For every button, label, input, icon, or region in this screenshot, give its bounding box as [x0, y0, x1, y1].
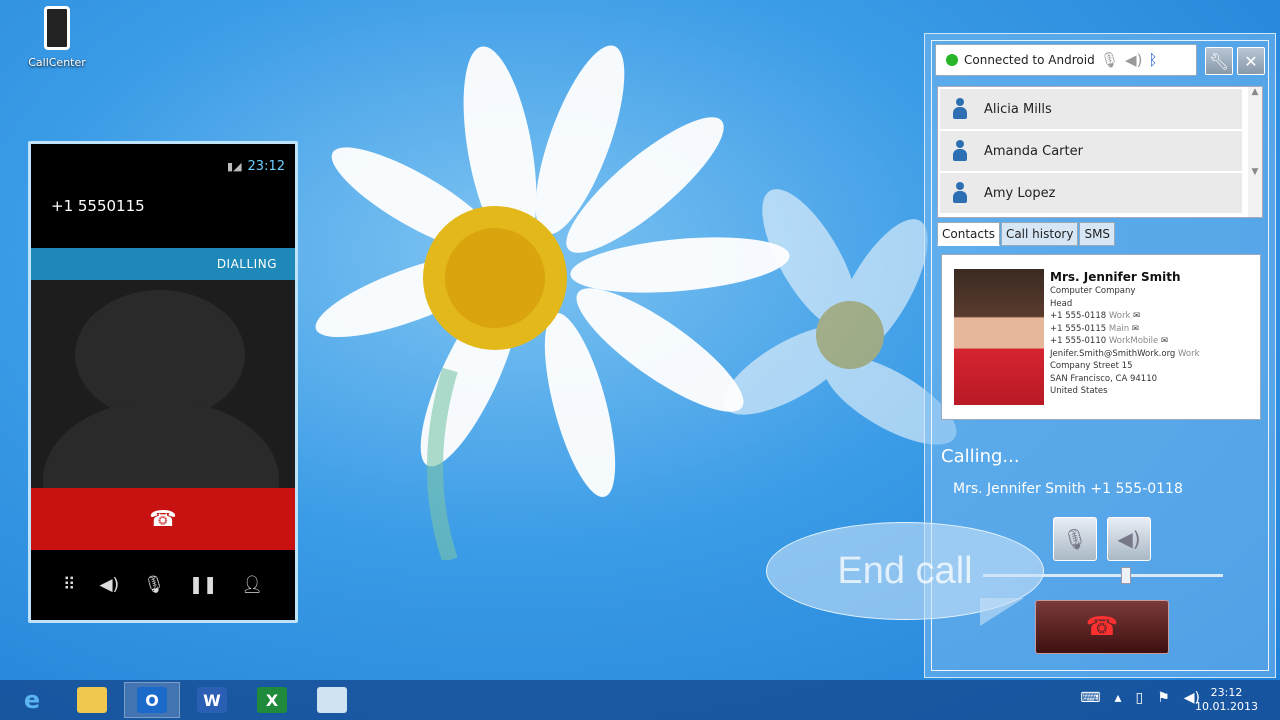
outlook-icon: O — [137, 687, 167, 713]
tooltip-text: End call — [837, 549, 973, 592]
list-item[interactable]: Alicia Mills — [940, 89, 1242, 129]
phone-end-call-button[interactable]: ☎ — [31, 488, 295, 550]
speaker-icon[interactable]: ◀) — [99, 575, 119, 595]
list-scrollbar[interactable]: ▲ ▼ — [1248, 87, 1262, 217]
speaker-icon[interactable]: ◀) — [1125, 51, 1142, 69]
person-icon — [952, 98, 968, 120]
speaker-icon: ◀) — [1117, 527, 1141, 551]
card-phone[interactable]: +1 555-0118 Work ✉ — [1050, 310, 1200, 323]
contact-name: Alicia Mills — [984, 101, 1052, 117]
taskbar-clock[interactable]: 23:12 10.01.2013 — [1195, 686, 1258, 714]
speaker-button[interactable]: ◀) — [1107, 517, 1151, 561]
clock-time: 23:12 — [1210, 686, 1243, 699]
microphone-icon: 🎙︎ — [1062, 527, 1088, 551]
signal-icon: ▮◢ — [227, 159, 242, 173]
taskbar-outlook[interactable]: O — [124, 682, 180, 718]
taskbar: e O W X ⌨ ▴ ▯ ⚑ ◀) 23:12 10.01.2013 — [0, 680, 1280, 720]
desktop-icon-label: CallCenter — [28, 56, 86, 69]
sms-icon[interactable]: ✉ — [1133, 311, 1140, 321]
keyboard-icon[interactable]: ⌨ — [1080, 690, 1100, 706]
dialpad-icon[interactable]: ⠿ — [63, 575, 75, 595]
phone-tray-icon[interactable]: ▯ — [1135, 690, 1143, 706]
system-tray: ⌨ ▴ ▯ ⚑ ◀) — [1080, 690, 1200, 706]
contact-photo — [954, 269, 1044, 405]
card-country: United States — [1050, 386, 1108, 396]
card-phone[interactable]: +1 555-0110 WorkMobile ✉ — [1050, 335, 1200, 348]
add-call-icon[interactable]: 👤︎ — [241, 575, 263, 595]
tooltip-tail — [980, 598, 1024, 626]
taskbar-ie[interactable]: e — [4, 682, 60, 718]
calling-status: Calling... — [941, 446, 1020, 467]
volume-slider-handle[interactable] — [1121, 567, 1131, 584]
callee-info: Mrs. Jennifer Smith +1 555-0118 — [953, 481, 1183, 497]
callcenter-desktop-icon[interactable]: CallCenter — [24, 6, 90, 69]
connected-indicator-icon — [946, 54, 958, 66]
contact-placeholder-avatar — [31, 280, 295, 488]
person-icon — [952, 182, 968, 204]
contact-name: Amanda Carter — [984, 143, 1083, 159]
taskbar-explorer[interactable] — [64, 682, 120, 718]
call-status-bar: DIALLING — [31, 248, 295, 280]
taskbar-notepad[interactable] — [304, 682, 360, 718]
card-phone[interactable]: +1 555-0115 Main ✉ — [1050, 323, 1200, 336]
mute-button[interactable]: 🎙︎ — [1053, 517, 1097, 561]
connection-text: Connected to Android Phone — [964, 53, 1094, 67]
hangup-icon: ☎ — [1085, 612, 1119, 642]
ie-icon: e — [23, 686, 41, 714]
contact-list: Alicia Mills Amanda Carter Amy Lopez ▲ ▼ — [937, 86, 1263, 218]
wrench-icon: 🔧︎ — [1208, 51, 1230, 71]
card-email[interactable]: Jenifer.Smith@SmithWork.org Work — [1050, 348, 1200, 361]
hold-icon[interactable]: ❚❚ — [189, 575, 218, 595]
microphone-icon[interactable]: 🎙︎ — [1100, 51, 1119, 69]
contact-card: Mrs. Jennifer Smith Computer Company Hea… — [941, 254, 1261, 420]
folder-icon — [77, 687, 107, 713]
word-icon: W — [197, 687, 227, 713]
chevron-up-icon[interactable]: ▴ — [1114, 690, 1121, 706]
card-city: SAN Francisco, CA 94110 — [1050, 373, 1158, 384]
phone-screen: ▮◢ 23:12 +1 5550115 DIALLING ☎ ⠿ ◀) 🎙︎ ❚… — [28, 141, 298, 623]
close-button[interactable]: ✕ — [1237, 47, 1265, 75]
card-title: Head — [1050, 298, 1073, 309]
close-icon: ✕ — [1244, 51, 1258, 71]
notepad-icon — [317, 687, 347, 713]
sms-icon[interactable]: ✉ — [1132, 324, 1139, 334]
sms-icon[interactable]: ✉ — [1161, 336, 1168, 346]
tab-call-history[interactable]: Call history — [1000, 222, 1079, 246]
card-company: Computer Company — [1050, 286, 1136, 296]
excel-icon: X — [257, 687, 287, 713]
clock-date: 10.01.2013 — [1195, 700, 1258, 713]
hangup-icon: ☎ — [149, 506, 177, 532]
contact-name: Amy Lopez — [984, 185, 1056, 201]
taskbar-word[interactable]: W — [184, 682, 240, 718]
mute-icon[interactable]: 🎙︎ — [143, 575, 165, 595]
tab-sms[interactable]: SMS — [1079, 222, 1116, 246]
taskbar-excel[interactable]: X — [244, 682, 300, 718]
card-street: Company Street 15 — [1050, 361, 1133, 371]
phone-status-time: 23:12 — [247, 158, 285, 174]
tab-contacts[interactable]: Contacts — [937, 222, 1000, 246]
phone-icon — [44, 6, 70, 50]
dialed-number: +1 5550115 — [51, 197, 145, 215]
phone-call-controls: ⠿ ◀) 🎙︎ ❚❚ 👤︎ — [31, 550, 295, 620]
card-name: Mrs. Jennifer Smith — [1050, 270, 1181, 284]
phone-status-bar: ▮◢ 23:12 — [31, 144, 295, 188]
connection-status: Connected to Android Phone 🎙︎ ◀) ᛒ — [935, 44, 1197, 76]
bluetooth-icon[interactable]: ᛒ — [1148, 51, 1157, 69]
flag-icon[interactable]: ⚑ — [1157, 690, 1170, 706]
panel-tabs: Contacts Call history SMS — [937, 222, 1116, 246]
list-item[interactable]: Amy Lopez — [940, 173, 1242, 213]
person-icon — [952, 140, 968, 162]
list-item[interactable]: Amanda Carter — [940, 131, 1242, 171]
settings-button[interactable]: 🔧︎ — [1205, 47, 1233, 75]
end-call-button[interactable]: ☎ — [1035, 600, 1169, 654]
